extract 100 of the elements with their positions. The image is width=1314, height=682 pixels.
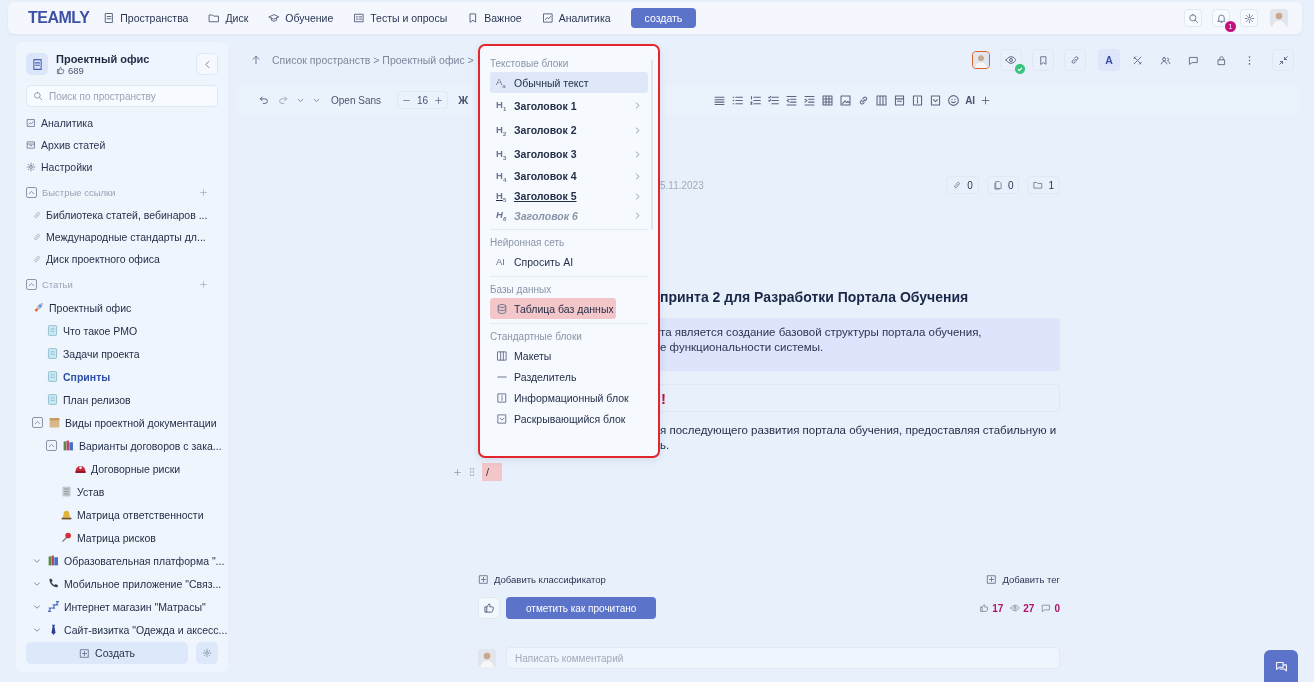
create-button[interactable]: создать <box>630 8 697 28</box>
counter[interactable]: 0 <box>946 176 979 194</box>
tree-item[interactable]: Матрица рисков <box>77 531 156 544</box>
create-button[interactable]: Создать <box>26 642 188 664</box>
tree-item[interactable]: Интернет магазин "Матрасы" <box>64 600 206 613</box>
quick-link[interactable]: Международные стандарты дл... <box>46 231 206 243</box>
avatar[interactable] <box>478 649 496 667</box>
collapse-toggle[interactable] <box>46 440 57 451</box>
tree-item[interactable]: План релизов <box>63 393 131 406</box>
settings-button[interactable] <box>196 642 218 664</box>
tree-item[interactable]: Задачи проекта <box>63 347 140 360</box>
redo-button[interactable] <box>277 94 289 106</box>
menu-item[interactable]: Разделитель <box>490 366 648 387</box>
counter[interactable]: 0 <box>986 176 1020 194</box>
tree-item[interactable]: Спринты <box>63 370 111 383</box>
nav-link[interactable]: Пространства <box>120 12 189 24</box>
ai-button[interactable]: AI <box>965 94 976 106</box>
menu-item[interactable]: H$_{2}$ Заголовок 2 <box>490 118 648 142</box>
menu-item[interactable]: H$_{3}$ Заголовок 3 <box>490 142 648 166</box>
menu-item[interactable]: Таблица баз данных <box>490 298 616 319</box>
menu-item[interactable]: H$_{5}$ Заголовок 5 <box>490 186 648 206</box>
up-button[interactable] <box>250 54 262 66</box>
tree-item[interactable]: Что такое PMO <box>63 324 138 337</box>
add-classifier-link[interactable]: Добавить классификатор <box>478 574 606 585</box>
tree-item[interactable]: Договорные риски <box>91 462 181 475</box>
counter[interactable]: 1 <box>1027 176 1060 194</box>
undo-button[interactable] <box>258 94 270 106</box>
sidebar-item[interactable]: Аналитика <box>41 117 93 129</box>
add-icon <box>79 647 91 659</box>
users-icon <box>1159 54 1171 66</box>
quick-link[interactable]: Библиотека статей, вебинаров ... <box>46 209 208 221</box>
menu-section-title: Базы данных <box>490 282 553 297</box>
mark-read-button[interactable]: отметить как прочитано <box>506 597 657 619</box>
thumbs-up-icon <box>483 602 495 614</box>
sidebar-item[interactable]: Архив статей <box>41 139 106 151</box>
link-icon <box>32 210 42 220</box>
add-icon <box>199 187 208 197</box>
slash-command[interactable]: / <box>482 463 502 481</box>
add-tag-link[interactable]: Добавить тег <box>986 574 1060 585</box>
shrink-button[interactable] <box>1272 49 1294 71</box>
rocket-icon <box>32 301 45 314</box>
add-icon <box>478 574 489 585</box>
bold-button[interactable]: Ж <box>458 94 469 106</box>
document-icon <box>46 324 59 337</box>
nav-link[interactable]: Обучение <box>285 12 334 24</box>
chevron-right-icon <box>633 125 642 135</box>
link-button[interactable] <box>1064 49 1086 71</box>
block-type-icon: H$_{3}$ <box>496 147 508 161</box>
search-field[interactable]: Поиск по пространству <box>26 85 218 107</box>
emoji-icon <box>947 93 961 107</box>
menu-item[interactable]: H$_{6}$ Заголовок 6 <box>490 206 648 225</box>
settings-button[interactable] <box>1240 9 1258 27</box>
checklist-icon <box>353 12 366 24</box>
menu-item[interactable]: AI Спросить AI <box>490 251 648 272</box>
chat-button[interactable] <box>1264 650 1298 682</box>
likes-count: 689 <box>68 64 84 76</box>
avatar[interactable] <box>1270 9 1288 27</box>
tree-item[interactable]: Образовательная платформа "... <box>64 554 225 567</box>
tree-item[interactable]: Варианты договоров с зака... <box>79 439 222 452</box>
collapse-toggle[interactable] <box>32 417 43 428</box>
menu-item[interactable]: H$_{4}$ Заголовок 4 <box>490 166 648 186</box>
menu-item[interactable]: Макеты <box>490 345 648 366</box>
nav-link[interactable]: Диск <box>225 12 249 24</box>
sidebar-item[interactable]: Настройки <box>41 161 93 173</box>
nav-link[interactable]: Тесты и опросы <box>370 12 448 24</box>
like-button[interactable] <box>478 597 500 619</box>
link-icon <box>32 254 42 264</box>
menu-item[interactable]: Раскрывающийся блок <box>490 408 648 429</box>
tree-item[interactable]: Виды проектной документации <box>65 416 217 429</box>
space-title: Проектный офис <box>56 52 150 65</box>
menu-item[interactable]: A$_{a}$ Обычный текст <box>490 72 648 93</box>
notifications-button[interactable] <box>1212 9 1230 27</box>
tree-item[interactable]: Мобильное приложение "Связ... <box>64 577 222 590</box>
collapse-toggle[interactable] <box>26 186 37 198</box>
collapse-block-icon <box>929 93 943 107</box>
bookmark-button[interactable] <box>1032 49 1054 71</box>
nav-link[interactable]: Важное <box>484 12 522 24</box>
comment-icon <box>1041 603 1052 613</box>
menu-item[interactable]: H$_{1}$ Заголовок 1 <box>490 93 648 118</box>
format-button[interactable]: A <box>1098 49 1120 71</box>
tree-item[interactable]: Устав <box>77 485 105 498</box>
tree-item[interactable]: Сайт-визитка "Одежда и аксесс... <box>64 623 228 636</box>
font-select[interactable]: Open Sans <box>331 94 382 106</box>
watch-button[interactable] <box>1000 49 1022 71</box>
nav-link[interactable]: Аналитика <box>558 12 611 24</box>
comment-field[interactable]: Написать комментарий <box>506 647 1060 669</box>
quick-link[interactable]: Диск проектного офиса <box>46 253 160 265</box>
font-size-stepper[interactable]: 16 <box>397 91 449 109</box>
chevron-up-icon <box>33 418 42 427</box>
undo-icon <box>258 94 270 106</box>
avatar[interactable] <box>972 51 990 69</box>
menu-section-title: Стандартные блоки <box>490 329 583 344</box>
search-button[interactable] <box>1184 9 1202 27</box>
logo[interactable]: TEAMLY <box>28 9 90 27</box>
info-text: е функциональности системы. <box>660 340 825 355</box>
tree-item[interactable]: Проектный офис <box>49 301 132 314</box>
graduation-cap-icon <box>268 12 281 24</box>
menu-item[interactable]: Информационный блок <box>490 387 648 408</box>
tree-item[interactable]: Матрица ответственности <box>77 508 204 521</box>
collapse-toggle[interactable] <box>26 278 37 290</box>
